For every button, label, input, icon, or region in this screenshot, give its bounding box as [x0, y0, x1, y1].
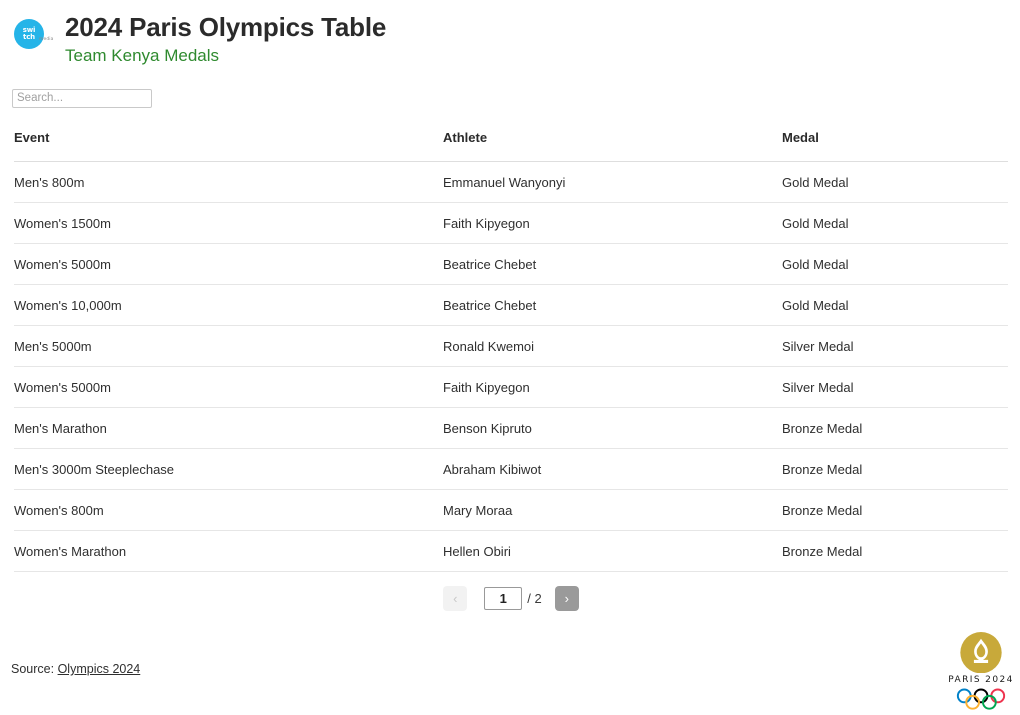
cell-event: Women's 1500m: [14, 202, 443, 244]
cell-athlete: Benson Kipruto: [443, 407, 782, 449]
cell-event: Women's 5000m: [14, 366, 443, 408]
cell-medal: Gold Medal: [782, 243, 1008, 285]
table-row[interactable]: Women's 5000m Faith Kipyegon Silver Medal: [14, 366, 1008, 408]
cell-event: Women's 5000m: [14, 243, 443, 285]
table-head: Event Athlete Medal: [14, 130, 1008, 162]
cell-medal: Gold Medal: [782, 202, 1008, 244]
cell-athlete: Abraham Kibiwot: [443, 448, 782, 490]
source-label: Source:: [11, 662, 55, 676]
source-note: Source: Olympics 2024: [11, 662, 140, 676]
cell-event: Men's 3000m Steeplechase: [14, 448, 443, 490]
table-header-row: Event Athlete Medal: [14, 130, 1008, 162]
pagination-prev-button[interactable]: ‹: [443, 586, 468, 611]
cell-medal: Bronze Medal: [782, 448, 1008, 490]
olympic-rings-icon: [956, 688, 1006, 710]
paris-2024-emblem: PARIS 2024: [948, 632, 1014, 710]
table-row[interactable]: Women's Marathon Hellen Obiri Bronze Medal: [14, 530, 1008, 572]
cell-athlete: Faith Kipyegon: [443, 366, 782, 408]
cell-athlete: Emmanuel Wanyonyi: [443, 161, 782, 203]
cell-event: Men's 800m: [14, 161, 443, 203]
table-row[interactable]: Men's Marathon Benson Kipruto Bronze Medal: [14, 407, 1008, 449]
table-row[interactable]: Men's 800m Emmanuel Wanyonyi Gold Medal: [14, 161, 1008, 203]
column-header-event[interactable]: Event: [14, 130, 443, 162]
medals-table: Event Athlete Medal Men's 800m Emmanuel W…: [14, 130, 1008, 572]
cell-medal: Gold Medal: [782, 161, 1008, 203]
cell-athlete: Beatrice Chebet: [443, 284, 782, 326]
cell-athlete: Hellen Obiri: [443, 530, 782, 572]
cell-medal: Silver Medal: [782, 366, 1008, 408]
header-titles: 2024 Paris Olympics Table Team Kenya Med…: [65, 12, 386, 67]
cell-event: Men's Marathon: [14, 407, 443, 449]
table-row[interactable]: Women's 10,000m Beatrice Chebet Gold Medal: [14, 284, 1008, 326]
source-link[interactable]: Olympics 2024: [58, 662, 141, 676]
marianne-flame-icon: [960, 632, 1002, 674]
table-row[interactable]: Women's 5000m Beatrice Chebet Gold Medal: [14, 243, 1008, 285]
cell-medal: Bronze Medal: [782, 530, 1008, 572]
logo-line-2: tch: [23, 33, 35, 41]
search-row: [12, 88, 152, 108]
table-row[interactable]: Women's 1500m Faith Kipyegon Gold Medal: [14, 202, 1008, 244]
cell-medal: Silver Medal: [782, 325, 1008, 367]
table-row[interactable]: Women's 800m Mary Moraa Bronze Medal: [14, 489, 1008, 531]
page-title: 2024 Paris Olympics Table: [65, 12, 387, 42]
switch-media-logo-icon: swi tch media: [14, 19, 54, 57]
cell-event: Men's 5000m: [14, 325, 443, 367]
page-header: swi tch media 2024 Paris Olympics Table …: [14, 12, 386, 67]
cell-athlete: Faith Kipyegon: [443, 202, 782, 244]
logo-disc-text: swi tch: [14, 19, 44, 49]
search-input[interactable]: [12, 88, 152, 108]
page-root: swi tch media 2024 Paris Olympics Table …: [0, 0, 1020, 715]
pagination-controls: ‹ / 2 ›: [14, 586, 1008, 611]
cell-medal: Bronze Medal: [782, 489, 1008, 531]
cell-athlete: Mary Moraa: [443, 489, 782, 531]
cell-medal: Gold Medal: [782, 284, 1008, 326]
cell-event: Women's 10,000m: [14, 284, 443, 326]
logo-subtext: media: [39, 37, 54, 42]
cell-event: Women's 800m: [14, 489, 443, 531]
cell-athlete: Ronald Kwemoi: [443, 325, 782, 367]
page-subtitle: Team Kenya Medals: [65, 46, 220, 65]
table-row[interactable]: Men's 3000m Steeplechase Abraham Kibiwot B…: [14, 448, 1008, 490]
column-header-athlete[interactable]: Athlete: [443, 130, 782, 162]
column-header-medal[interactable]: Medal: [782, 130, 1008, 162]
cell-event: Women's Marathon: [14, 530, 443, 572]
pagination-next-button[interactable]: ›: [554, 586, 579, 611]
cell-medal: Bronze Medal: [782, 407, 1008, 449]
table-row[interactable]: Men's 5000m Ronald Kwemoi Silver Medal: [14, 325, 1008, 367]
medals-table-container: Event Athlete Medal Men's 800m Emmanuel W…: [14, 130, 1008, 572]
table-body: Men's 800m Emmanuel Wanyonyi Gold Medal Wom…: [14, 161, 1008, 572]
pagination-total-pages: / 2: [527, 591, 542, 606]
pagination-page-input[interactable]: [484, 587, 523, 610]
cell-athlete: Beatrice Chebet: [443, 243, 782, 285]
emblem-wordmark: PARIS 2024: [948, 675, 1014, 686]
